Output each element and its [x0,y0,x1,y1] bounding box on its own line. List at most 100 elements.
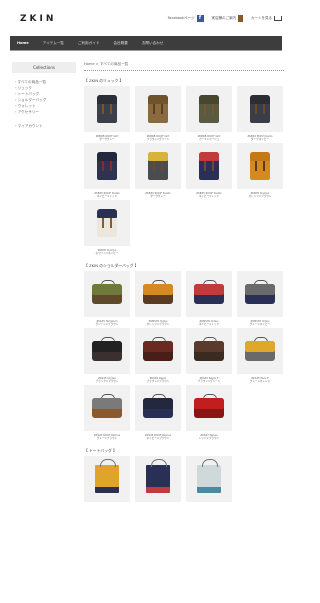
product-caption[interactable]: ZKB35 ROOF Duzzo ダークグレー [145,192,171,200]
nav-contact[interactable]: お問い合わせ [135,41,171,46]
product-image[interactable] [186,328,232,374]
product-caption[interactable]: ZKBKB ROOF Grit カーキ×ベージュ [198,135,221,143]
product-image[interactable] [84,456,130,502]
product-color: ブラウン×グリーン [197,380,221,384]
product-image[interactable] [237,86,283,132]
product-caption[interactable]: ZKS45 ROOF Remus グレー×ブラウン [94,434,120,442]
backpack-illustration [148,95,168,123]
product-card[interactable]: ZKB35 Dumpo オレンジ×ブラウン [237,143,283,200]
product-card[interactable]: ZKB35 ROOF Duzzo ネイビー×レッド [186,143,232,200]
facebook-link[interactable]: Facebookページ f [168,15,204,22]
product-card[interactable]: ZKBKB ROOF Grit カーキ×ベージュ [186,86,232,143]
product-color: ネイビー×レッド [198,323,220,327]
logo[interactable]: ZKIN [20,14,56,24]
product-card[interactable]: ZKBKB ROOF Grit ダークグレー [84,86,130,143]
product-caption[interactable]: ZKS45 Peru-F グレー×オレンジ [250,377,270,385]
product-color: ブラウン×グリーン [146,138,170,142]
product-image[interactable] [84,143,130,189]
product-card[interactable] [135,456,181,502]
product-color: オレンジ×ブラウン [248,195,272,199]
product-card[interactable]: ZKB35 ROOF Duzzo ネイビー×レッド [84,143,130,200]
sidebar-item-label: ウォレット [17,104,36,108]
product-caption[interactable]: ZKS45 Rapio ブラウン×ブラウン [147,377,170,385]
product-card[interactable]: ZKMS35 Odius ネイビー×レッド [186,271,232,328]
product-caption[interactable]: ZKB35 Dumpo ホワイト×ネイビー [96,249,119,257]
product-image[interactable] [135,271,181,317]
product-color: グレー×オレンジ [249,380,271,384]
messenger-bag-illustration [92,337,122,361]
product-caption[interactable]: ZKMS35 Odius オレンジ×ブラウン [147,320,170,328]
product-card[interactable]: ZKS45 Peru-F グレー×オレンジ [237,328,283,385]
product-caption[interactable]: ZKBKB ROOF Grit ブラウン×グリーン [147,135,170,143]
product-card[interactable]: ZKB35 Dumpo ホワイト×ネイビー [84,200,130,257]
product-image[interactable] [237,143,283,189]
product-image[interactable] [186,143,232,189]
product-card[interactable] [84,456,130,502]
messenger-bag-illustration [143,280,173,304]
product-card[interactable]: ZKS45 Ondeo ブラック×ブラウン [84,328,130,385]
product-image[interactable] [186,456,232,502]
product-caption[interactable]: ZKMS35 Odius ネイビー×レッド [199,320,219,328]
product-image[interactable] [135,328,181,374]
sidebar-item-label: リュック [17,86,32,90]
product-card[interactable]: ZKBKB ROOF Grit ブラウン×グリーン [135,86,181,143]
product-caption[interactable]: ZKS45 Rapio F ブラウン×グリーン [198,377,221,385]
product-caption[interactable]: ZKBKB ROOF Grit ダークグレー [96,135,119,143]
product-image[interactable] [84,200,130,246]
product-image[interactable] [186,271,232,317]
cart-link[interactable]: カートを見る [251,16,282,21]
product-card[interactable]: ZKMS35 Odius グレー×ネイビー [237,271,283,328]
nav-items[interactable]: アイテム一覧 [36,41,71,46]
messenger-bag-illustration [245,337,275,361]
product-image[interactable] [84,328,130,374]
product-caption[interactable]: ZKS47 Nexus レッド×ブラウン [199,434,219,442]
shop-icon [238,15,243,22]
product-caption[interactable]: ZKB35 Dumpo オレンジ×ブラウン [249,192,272,200]
nav-divider [10,50,282,51]
product-image[interactable] [186,86,232,132]
backpack-illustration [199,95,219,123]
product-card[interactable]: ZKS45 Rapio F ブラウン×グリーン [186,328,232,385]
shop-link-label: 実店舗のご案内 [211,16,237,20]
product-caption[interactable]: ZKB35 ROOF Duzzo ネイビー×レッド [94,192,120,200]
product-caption[interactable]: ZKS45 Templum グリーン×ブラウン [96,320,119,328]
sidebar-list: ・すべての商品一覧 ・リュック ・トートバッグ ・ショルダーバッグ ・ウォレット… [12,79,76,129]
product-card[interactable]: ZKB35 ROOF Duzzo ダークグレー [135,143,181,200]
breadcrumb[interactable]: Home > すべての商品一覧 [84,62,284,67]
product-card[interactable]: ZKS45 ROOF Remus ネイビー×ブラウン [135,385,181,442]
nav-guide[interactable]: ご利用ガイド [71,41,107,46]
product-image[interactable] [135,456,181,502]
product-caption[interactable]: ZKMS35 Odius グレー×ネイビー [250,320,270,328]
product-card[interactable]: ZKS45 Rapio ブラウン×ブラウン [135,328,181,385]
product-card[interactable]: ZKS45 Templum グリーン×ブラウン [84,271,130,328]
product-caption[interactable]: ZKB32 ECPV Duzzo ダークネイビー [248,135,273,143]
product-image[interactable] [237,328,283,374]
product-caption[interactable]: ZKS45 Ondeo ブラック×ブラウン [96,377,119,385]
product-color: ブラウン×ブラウン [146,380,170,384]
product-caption[interactable]: ZKB35 ROOF Duzzo ネイビー×レッド [196,192,222,200]
header-links: Facebookページ f 実店舗のご案内 カートを見る [168,15,282,22]
product-image[interactable] [186,385,232,431]
product-color: オレンジ×ブラウン [146,323,170,327]
product-grid: ZKS45 Templum グリーン×ブラウン ZKMS35 Odius オレンジ×ブ… [84,271,284,442]
nav-home[interactable]: Home [10,41,36,45]
product-card[interactable]: ZKS45 ROOF Remus グレー×ブラウン [84,385,130,442]
product-image[interactable] [135,143,181,189]
product-image[interactable] [84,271,130,317]
shop-link[interactable]: 実店舗のご案内 [211,15,243,22]
sidebar-item-account[interactable]: ・マイアカウント [12,123,76,129]
nav-company[interactable]: 会社概要 [106,41,134,46]
product-card[interactable]: ZKMS35 Odius オレンジ×ブラウン [135,271,181,328]
product-image[interactable] [237,271,283,317]
product-card[interactable]: ZKS47 Nexus レッド×ブラウン [186,385,232,442]
messenger-bag-illustration [194,394,224,418]
product-image[interactable] [135,385,181,431]
product-card[interactable] [186,456,232,502]
sidebar-item-label: トートバッグ [17,92,40,96]
backpack-illustration [97,152,117,180]
product-image[interactable] [84,385,130,431]
product-image[interactable] [84,86,130,132]
product-image[interactable] [135,86,181,132]
product-card[interactable]: ZKB32 ECPV Duzzo ダークネイビー [237,86,283,143]
product-caption[interactable]: ZKS45 ROOF Remus ネイビー×ブラウン [145,434,171,442]
